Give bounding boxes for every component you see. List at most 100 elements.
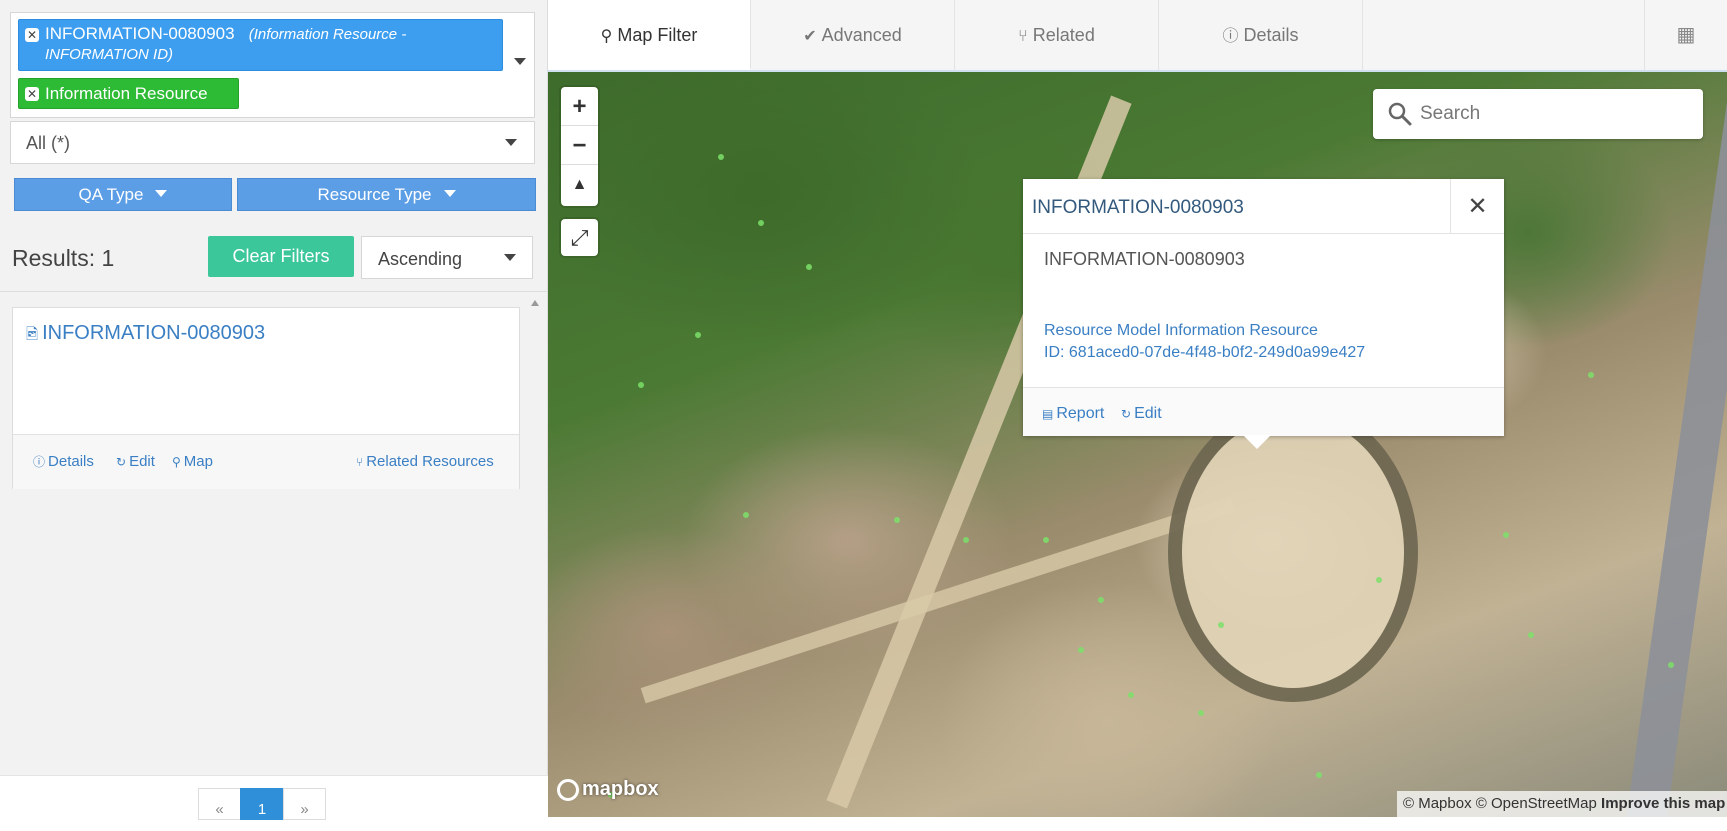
popup-edit-link[interactable]: ↻ Edit <box>1121 405 1162 423</box>
map-label: Map <box>183 453 213 470</box>
search-tabs: ⚲ Map Filter ✔ Advanced ⑂ Related ⓘ Details … <box>548 0 1727 72</box>
map-marker-icon: ⚲ <box>600 28 613 45</box>
attribution-text[interactable]: © Mapbox © OpenStreetMap <box>1403 795 1597 812</box>
term-chip-resource-type[interactable]: ✕ Information Resource <box>18 78 239 109</box>
clear-filters-button[interactable]: Clear Filters <box>208 236 354 277</box>
resource-filter-select[interactable]: All (*) <box>10 121 535 164</box>
map-marker-icon: ⚲ <box>172 455 181 469</box>
filter-select-value: All (*) <box>26 133 70 153</box>
chevron-down-icon <box>505 139 517 146</box>
popup-resource-name: INFORMATION-0080903 <box>1044 249 1245 269</box>
tab-map-filter[interactable]: ⚲ Map Filter <box>548 0 751 70</box>
popup-model-line: Resource Model Information Resource <box>1044 322 1318 339</box>
map-point[interactable] <box>1198 710 1204 716</box>
map-point[interactable] <box>1098 597 1104 603</box>
term-filter-box[interactable]: ✕ INFORMATION-0080903 (Information Resou… <box>10 12 535 118</box>
map-search-box <box>1373 89 1703 139</box>
map-point[interactable] <box>1503 532 1509 538</box>
term-chip-label: Information Resource <box>45 84 208 103</box>
search-sidebar: ✕ INFORMATION-0080903 (Information Resou… <box>0 0 548 820</box>
search-icon <box>1388 102 1412 126</box>
details-link[interactable]: ⓘ Details <box>33 453 94 470</box>
refresh-icon: ↻ <box>116 455 127 469</box>
edit-label: Edit <box>1134 405 1162 422</box>
result-title-link[interactable]: 🖻 INFORMATION-0080903 <box>26 322 265 349</box>
file-icon: ▤ <box>1042 407 1054 421</box>
minus-icon: − <box>572 132 587 159</box>
map-point[interactable] <box>1376 577 1382 583</box>
resource-popup: INFORMATION-0080903 ✕ INFORMATION-008090… <box>1023 179 1504 449</box>
edit-link[interactable]: ↻ Edit <box>116 453 155 470</box>
calendar-button[interactable]: ▦ <box>1644 0 1727 70</box>
term-chip-label: INFORMATION-0080903 <box>45 24 235 43</box>
popup-close-button[interactable]: ✕ <box>1450 179 1504 234</box>
map-point[interactable] <box>806 264 812 270</box>
map-link[interactable]: ⚲ Map <box>172 453 213 470</box>
map-point[interactable] <box>1588 372 1594 378</box>
popup-header: INFORMATION-0080903 ✕ <box>1023 179 1504 234</box>
map-point[interactable] <box>1128 692 1134 698</box>
related-resources-link[interactable]: ⑂ Related Resources <box>356 453 494 470</box>
qa-type-label: QA Type <box>78 185 144 204</box>
chevron-down-icon <box>155 190 168 197</box>
mapbox-logo-text: mapbox <box>582 778 659 800</box>
page-next-button[interactable]: » <box>283 788 326 820</box>
divider <box>0 291 548 292</box>
mapbox-logo-icon <box>557 778 579 801</box>
info-circle-icon: ⓘ <box>1222 28 1239 45</box>
map-canvas[interactable]: + − ▲ ⤢ INFORMATION-0080903 ✕ INFORMATIO… <box>548 72 1727 817</box>
map-point[interactable] <box>718 154 724 160</box>
branch-icon: ⑂ <box>356 455 364 469</box>
check-circle-icon: ✔ <box>803 28 817 45</box>
remove-chip-icon[interactable]: ✕ <box>25 28 39 42</box>
map-attribution: © Mapbox © OpenStreetMap Improve this ma… <box>1397 791 1727 817</box>
page-current-button[interactable]: 1 <box>240 788 284 820</box>
compass-icon: ▲ <box>571 176 588 193</box>
map-point[interactable] <box>1668 662 1674 668</box>
reset-bearing-button[interactable]: ▲ <box>561 165 598 205</box>
zoom-out-button[interactable]: − <box>561 126 598 165</box>
pagination: « 1 » <box>0 775 548 820</box>
results-count: Results: 1 <box>12 245 115 271</box>
map-point[interactable] <box>1218 622 1224 628</box>
popup-model-link[interactable]: Resource Model Information Resource ID: … <box>1044 320 1365 364</box>
map-point[interactable] <box>743 512 749 518</box>
report-link[interactable]: ▤ Report <box>1042 405 1104 423</box>
related-label: Related Resources <box>366 453 494 470</box>
results-scrollbar[interactable] <box>528 297 542 775</box>
tab-related[interactable]: ⑂ Related <box>955 0 1159 70</box>
map-point[interactable] <box>1043 537 1049 543</box>
result-title-text: INFORMATION-0080903 <box>42 322 266 344</box>
resource-type-button[interactable]: Resource Type <box>237 178 536 211</box>
map-search-input[interactable] <box>1418 99 1688 129</box>
popup-title: INFORMATION-0080903 <box>1032 197 1244 218</box>
tab-details[interactable]: ⓘ Details <box>1159 0 1363 70</box>
map-point[interactable] <box>1316 772 1322 778</box>
improve-map-link[interactable]: Improve this map <box>1601 795 1725 812</box>
resource-type-label: Resource Type <box>317 185 432 204</box>
scroll-up-icon[interactable] <box>531 300 539 306</box>
map-point[interactable] <box>758 220 764 226</box>
remove-chip-icon[interactable]: ✕ <box>25 87 39 101</box>
term-dropdown-caret-icon[interactable] <box>514 58 526 65</box>
refresh-icon: ↻ <box>1121 407 1132 421</box>
map-point[interactable] <box>1078 647 1084 653</box>
page-prev-button[interactable]: « <box>198 788 241 820</box>
map-point[interactable] <box>695 332 701 338</box>
map-point[interactable] <box>963 537 969 543</box>
term-chip-resource-id[interactable]: ✕ INFORMATION-0080903 (Information Resou… <box>18 19 503 71</box>
zoom-in-button[interactable]: + <box>561 87 598 126</box>
qa-type-button[interactable]: QA Type <box>14 178 232 211</box>
edit-label: Edit <box>129 453 155 470</box>
result-card: 🖻 INFORMATION-0080903 ⓘ Details ↻ Edit ⚲ Map… <box>12 307 520 489</box>
map-point[interactable] <box>638 382 644 388</box>
fullscreen-button[interactable]: ⤢ <box>561 219 598 256</box>
fullscreen-icon: ⤢ <box>570 225 589 250</box>
chevron-down-icon <box>443 190 456 197</box>
tab-advanced[interactable]: ✔ Advanced <box>751 0 955 70</box>
popup-pointer <box>1243 435 1271 449</box>
sort-order-select[interactable]: Ascending <box>361 236 533 279</box>
map-point[interactable] <box>894 517 900 523</box>
map-terrain-arena <box>1168 402 1418 702</box>
map-point[interactable] <box>1528 632 1534 638</box>
